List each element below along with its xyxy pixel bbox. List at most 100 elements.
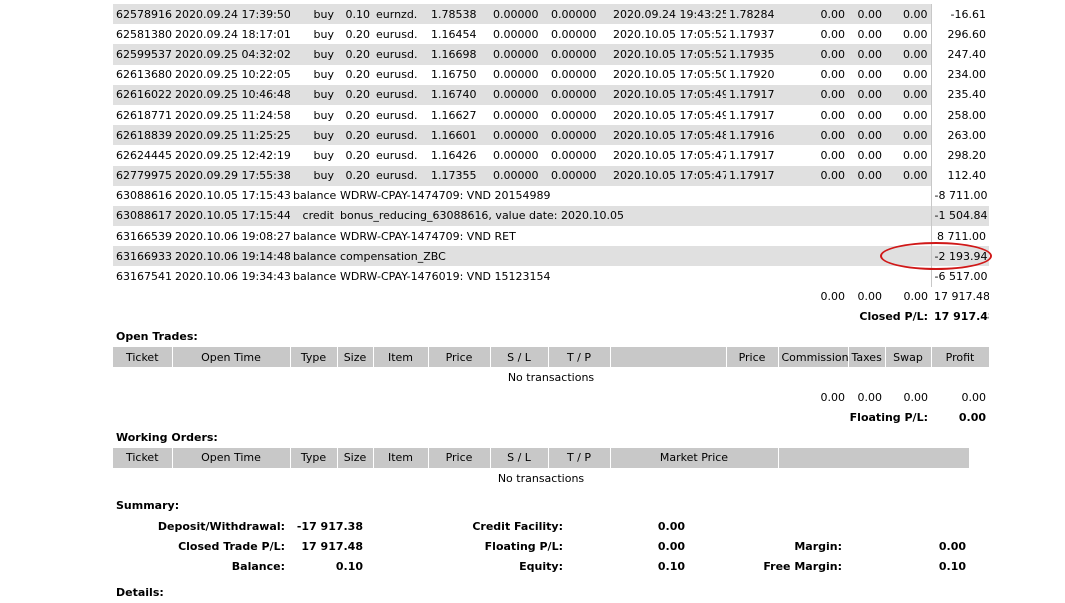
cell-item: eurusd. xyxy=(373,125,428,146)
cell-type: buy xyxy=(290,4,337,25)
cell-tp: 0.00000 xyxy=(548,125,610,146)
cell-sl: 0.00000 xyxy=(490,4,548,25)
closed-trade-row: 62618839 2020.09.25 11:25:25 buy 0.20 eurusd… xyxy=(113,125,989,146)
total-taxes: 0.00 xyxy=(857,290,883,304)
cell-swap: 0.00 xyxy=(885,44,931,65)
cell-profit: 296.60 xyxy=(930,24,989,45)
balance-operation-row: 63167541 2020.10.06 19:34:43 balance WDRW-C… xyxy=(113,266,989,287)
cell-item: eurusd. xyxy=(373,44,428,65)
balance-operation-row: 63088617 2020.10.05 17:15:44 credit bonus_r… xyxy=(113,205,989,227)
cell-close-price: 1.17917 xyxy=(729,148,775,162)
cell-profit: 263.00 xyxy=(930,125,989,146)
credit-facility-value: 0.00 xyxy=(657,519,685,533)
cell-taxes: 0.00 xyxy=(848,125,885,146)
cell-price: 1.16698 xyxy=(428,44,490,65)
balance-label: Balance: xyxy=(231,560,285,574)
closed-trade-row: 62616022 2020.09.25 10:46:48 buy 0.20 eurusd… xyxy=(113,84,989,105)
cell-tp: 0.00000 xyxy=(548,84,610,105)
col-sl: S / L xyxy=(490,347,549,368)
cell-profit: -1 504.84 xyxy=(930,205,989,227)
cell-ticket: 62618839 xyxy=(113,125,172,146)
cell-size: 0.20 xyxy=(337,165,373,186)
cell-size: 0.10 xyxy=(337,4,373,25)
cell-comment: bonus_reducing_63088616, value date: 202… xyxy=(337,205,931,227)
cell-size: 0.20 xyxy=(345,27,371,41)
cell-close-price: 1.17935 xyxy=(726,44,778,65)
col-tp: T / P xyxy=(548,447,611,468)
cell-ticket: 62581380 xyxy=(116,27,172,41)
free-margin-value: 0.10 xyxy=(938,560,966,574)
cell-price: 1.78538 xyxy=(428,4,490,25)
col-open-time: Open Time xyxy=(172,347,291,368)
cell-sl: 0.00000 xyxy=(490,125,548,146)
cell-commission: 0.00 xyxy=(778,4,848,25)
cell-tp: 0.00000 xyxy=(551,68,597,82)
cell-type: buy xyxy=(290,125,337,146)
cell-commission: 0.00 xyxy=(820,68,846,82)
cell-ticket: 62779975 xyxy=(113,165,172,186)
deposit-withdrawal-value: -17 917.38 xyxy=(296,519,363,533)
equity-value: 0.10 xyxy=(657,560,685,574)
closed-trade-row: 62578916 2020.09.24 17:39:50 buy 0.10 eurnzd… xyxy=(113,4,989,25)
open-trades-empty-row: No transactions xyxy=(113,367,989,387)
cell-type: balance xyxy=(293,270,337,284)
cell-size: 0.20 xyxy=(337,125,373,146)
cell-swap: 0.00 xyxy=(885,4,931,25)
total-swap: 0.00 xyxy=(903,290,929,304)
col-ticket: Ticket xyxy=(113,347,173,368)
cell-ticket: 63088616 xyxy=(116,189,172,203)
open-total-swap: 0.00 xyxy=(903,390,929,404)
cell-sl: 0.00000 xyxy=(493,27,539,41)
cell-item: eurusd. xyxy=(373,84,428,105)
balance-operation-row: 63166539 2020.10.06 19:08:27 balance WDRW-C… xyxy=(113,226,989,247)
col-blank xyxy=(610,347,727,368)
cell-commission: 0.00 xyxy=(820,27,846,41)
cell-type: buy xyxy=(313,68,334,82)
cell-taxes: 0.00 xyxy=(848,84,885,105)
col-type: Type xyxy=(290,447,338,468)
cell-size: 0.20 xyxy=(345,108,371,122)
working-orders-table: Ticket Open Time Type Size Item Price S … xyxy=(113,447,970,488)
col-item: Item xyxy=(373,447,429,468)
cell-close-time: 2020.10.05 17:05:48 xyxy=(610,125,726,146)
col-tp: T / P xyxy=(548,347,611,368)
cell-sl: 0.00000 xyxy=(490,84,548,105)
cell-profit: -8 711.00 xyxy=(930,185,989,206)
open-total-profit: 0.00 xyxy=(961,390,987,404)
cell-time: 2020.10.05 17:15:43 xyxy=(175,189,290,203)
cell-ticket: 63167541 xyxy=(116,270,172,284)
statement-page: 62578916 2020.09.24 17:39:50 buy 0.10 eurnzd… xyxy=(113,4,990,603)
cell-ticket: 63166933 xyxy=(113,246,172,267)
col-profit: Profit xyxy=(931,347,990,368)
open-totals-row: 0.00 0.00 0.00 0.00 xyxy=(113,387,989,407)
cell-type: buy xyxy=(290,165,337,186)
cell-profit: 247.40 xyxy=(930,44,989,65)
col-price: Price xyxy=(428,347,491,368)
cell-type: balance xyxy=(290,246,337,267)
cell-open-time: 2020.09.25 12:42:19 xyxy=(175,148,290,162)
cell-taxes: 0.00 xyxy=(857,148,883,162)
cell-price: 1.16740 xyxy=(428,84,490,105)
cell-profit: 235.40 xyxy=(930,84,989,105)
cell-commission: 0.00 xyxy=(778,84,848,105)
open-trades-title: Open Trades: xyxy=(116,330,198,343)
cell-sl: 0.00000 xyxy=(493,148,539,162)
cell-open-time: 2020.09.29 17:55:38 xyxy=(172,165,290,186)
cell-ticket: 62599537 xyxy=(113,44,172,65)
floating-pl-row: Floating P/L: 0.00 xyxy=(113,408,989,428)
total-profit: 17 917.48 xyxy=(934,290,989,304)
cell-profit: 234.00 xyxy=(930,64,989,85)
summary-row: Closed Trade P/L: 17 917.48 Floating P/L… xyxy=(113,536,969,556)
closed-pl-row: Closed P/L: 17 917.48 xyxy=(113,307,989,327)
cell-open-time: 2020.09.25 11:25:25 xyxy=(172,125,290,146)
deposit-withdrawal-label: Deposit/Withdrawal: xyxy=(157,519,285,533)
col-type: Type xyxy=(290,347,338,368)
cell-size: 0.20 xyxy=(337,84,373,105)
cell-type: buy xyxy=(313,108,334,122)
cell-type: credit xyxy=(290,205,337,227)
credit-facility-label: Credit Facility: xyxy=(472,519,563,533)
floating-pl-value: 0.00 xyxy=(958,411,986,425)
working-orders-empty-row: No transactions xyxy=(113,468,969,488)
cell-close-time: 2020.10.05 17:05:47 xyxy=(613,148,726,162)
cell-comment: WDRW-CPAY-1476019: VND 15123154 xyxy=(340,270,551,284)
